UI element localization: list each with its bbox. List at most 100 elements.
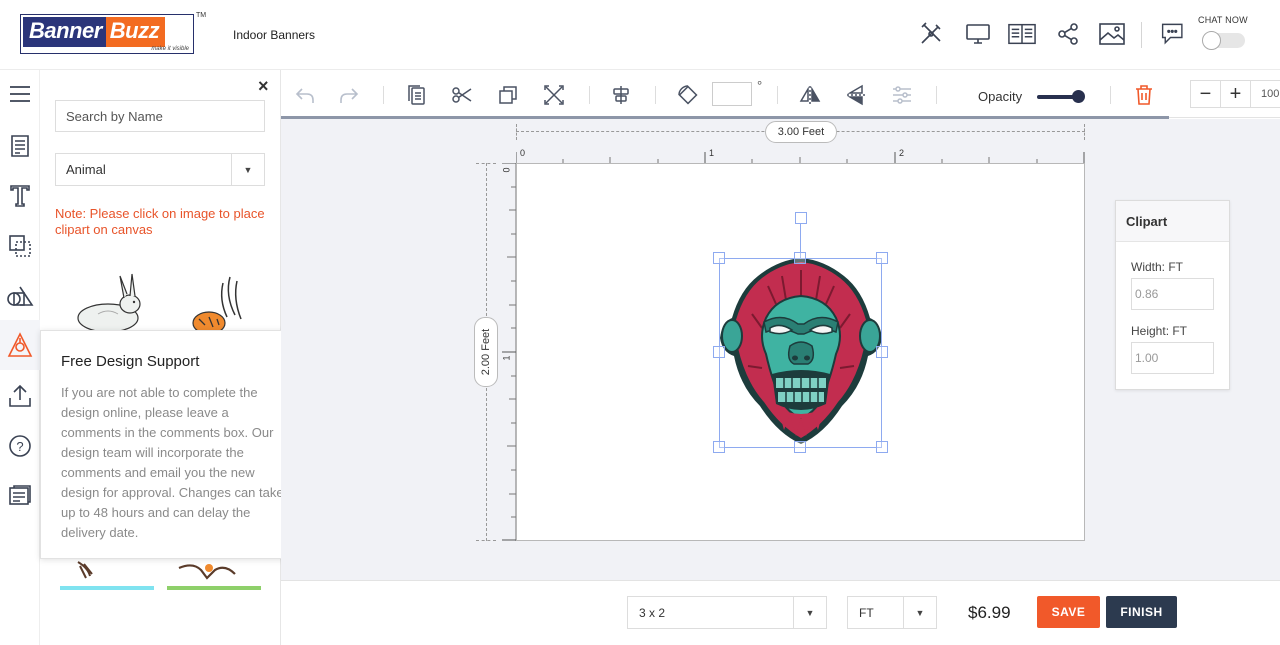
share-icon[interactable] — [1054, 20, 1082, 48]
finish-button[interactable]: FINISH — [1106, 596, 1177, 628]
properties-title: Clipart — [1116, 201, 1229, 242]
trademark: TM — [196, 12, 207, 19]
paste-icon[interactable] — [404, 82, 430, 108]
toolbar-divider — [936, 86, 937, 104]
image-gallery-icon[interactable] — [1098, 20, 1126, 48]
resize-handle-bottom-left[interactable] — [713, 441, 725, 453]
ruler-label: 0 — [501, 167, 512, 173]
toolbar-divider — [655, 86, 656, 104]
chevron-down-icon[interactable]: ▼ — [231, 154, 264, 185]
clipart-thumb-rabbit[interactable] — [62, 270, 154, 333]
resize-handle-left[interactable] — [713, 346, 725, 358]
undo-icon[interactable] — [292, 82, 318, 108]
resize-handle-top-left[interactable] — [713, 252, 725, 264]
brand-name-part2: Buzz — [105, 17, 166, 47]
toolbar-divider — [777, 86, 778, 104]
cut-icon[interactable] — [449, 82, 475, 108]
opacity-label: Opacity — [978, 89, 1023, 104]
chevron-down-icon[interactable]: ▼ — [903, 597, 936, 628]
upload-icon[interactable] — [6, 382, 34, 410]
width-field-label: Width: FT — [1131, 260, 1184, 274]
design-tools-icon[interactable] — [917, 20, 945, 48]
resize-handle-right[interactable] — [876, 346, 888, 358]
zoom-in-button[interactable]: + — [1221, 81, 1251, 107]
selection-box — [719, 258, 882, 448]
align-center-icon[interactable] — [608, 82, 634, 108]
adjust-sliders-icon[interactable] — [889, 82, 915, 108]
dimension-tick — [516, 124, 517, 140]
comments-icon[interactable] — [6, 482, 34, 510]
ruler-label: 1 — [501, 355, 512, 361]
header-divider — [1141, 22, 1142, 48]
brand-tagline: make it visible — [151, 46, 189, 52]
layers-icon[interactable] — [6, 232, 34, 260]
dimension-tick — [1084, 124, 1085, 140]
page-title: Indoor Banners — [233, 28, 316, 42]
chat-icon[interactable] — [1160, 20, 1188, 48]
duplicate-icon[interactable] — [495, 82, 521, 108]
menu-icon[interactable] — [6, 80, 34, 108]
shapes-icon[interactable] — [6, 282, 34, 310]
ruler-label: 1 — [709, 148, 715, 158]
clipart-search-input[interactable] — [55, 100, 265, 132]
rotate-icon[interactable] — [675, 82, 701, 108]
price: $6.99 — [968, 603, 1011, 622]
unit-select[interactable]: FT ▼ — [847, 596, 937, 629]
toolbar-divider — [383, 86, 384, 104]
text-icon[interactable] — [6, 182, 34, 210]
unit-value: FT — [859, 605, 874, 620]
clipart-thumb-strip — [167, 586, 261, 590]
resize-handle-bottom-right[interactable] — [876, 441, 888, 453]
panel-close-icon[interactable]: × — [258, 76, 269, 97]
brand-logo[interactable]: Banner Buzz make it visible — [20, 14, 194, 54]
flip-horizontal-icon[interactable] — [797, 82, 823, 108]
chat-now-label: CHAT NOW — [1198, 15, 1248, 25]
toolbar-divider — [589, 86, 590, 104]
category-select[interactable]: Animal ▼ — [55, 153, 265, 186]
rotate-handle[interactable] — [795, 212, 807, 224]
help-icon[interactable]: ? — [6, 432, 34, 460]
opacity-slider-handle[interactable] — [1072, 90, 1085, 103]
dimension-tick — [476, 163, 496, 164]
book-guide-icon[interactable] — [1008, 20, 1036, 48]
resize-handle-bottom[interactable] — [794, 441, 806, 453]
monitor-preview-icon[interactable] — [964, 20, 992, 48]
clipart-note: Note: Please click on image to place cli… — [55, 206, 265, 237]
resize-handle-top[interactable] — [794, 252, 806, 264]
edit-toolbar: ° Opacity − + 100 — [281, 70, 1280, 118]
clipart-thumb-tiger[interactable] — [185, 275, 245, 335]
delete-selection-icon[interactable] — [541, 82, 567, 108]
category-value: Animal — [66, 162, 106, 177]
height-label-pill: 2.00 Feet — [474, 317, 498, 387]
trash-icon[interactable] — [1131, 82, 1157, 108]
template-icon[interactable] — [6, 132, 34, 160]
bottom-bar: 3 x 2 ▼ FT ▼ $6.99 SAVE FINISH — [281, 580, 1280, 645]
rotation-input[interactable] — [712, 82, 752, 106]
flip-vertical-icon[interactable] — [843, 82, 869, 108]
vertical-ruler: 0 1 — [501, 162, 517, 541]
resize-handle-top-right[interactable] — [876, 252, 888, 264]
chevron-down-icon[interactable]: ▼ — [793, 597, 826, 628]
save-button[interactable]: SAVE — [1037, 596, 1100, 628]
toggle-knob — [1202, 31, 1221, 50]
zoom-out-button[interactable]: − — [1191, 81, 1221, 107]
zoom-value: 100 — [1261, 88, 1280, 100]
chat-toggle[interactable] — [1202, 31, 1245, 50]
popup-body: If you are not able to complete the desi… — [61, 385, 284, 540]
popup-title: Free Design Support — [61, 353, 200, 370]
redo-icon[interactable] — [336, 82, 362, 108]
clipart-icon[interactable] — [6, 331, 34, 359]
clipart-properties-panel: Clipart Width: FT 0.86 Height: FT 1.00 — [1115, 200, 1230, 390]
toolbar-divider — [1110, 86, 1111, 104]
horizontal-ruler: 0 1 2 — [515, 148, 1085, 165]
size-select[interactable]: 3 x 2 ▼ — [627, 596, 827, 629]
header: Banner Buzz make it visible TM Indoor Ba… — [0, 0, 1280, 70]
design-support-popup: × Free Design Support If you are not abl… — [40, 330, 310, 559]
svg-text:?: ? — [16, 439, 23, 454]
dimension-tick — [476, 540, 496, 541]
ruler-label: 0 — [520, 148, 526, 158]
zoom-control: − + 100 — [1190, 80, 1280, 108]
width-field[interactable]: 0.86 — [1131, 278, 1214, 310]
clipart-thumb-bird[interactable] — [60, 558, 110, 580]
height-field[interactable]: 1.00 — [1131, 342, 1214, 374]
